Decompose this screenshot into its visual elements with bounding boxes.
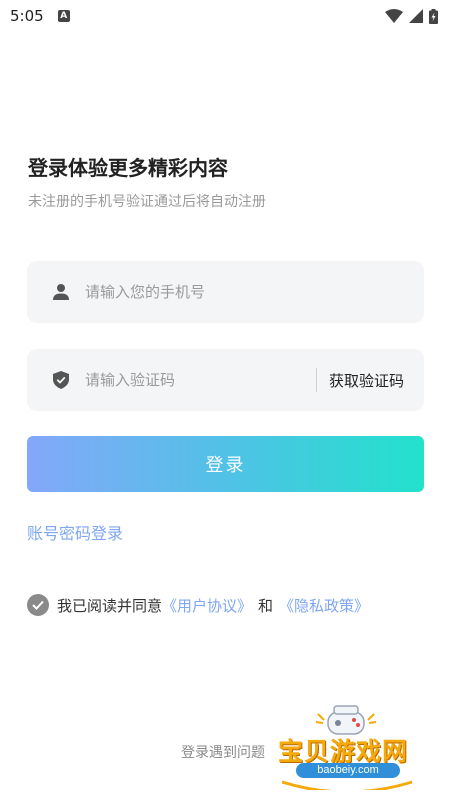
page-title: 登录体验更多精彩内容 — [28, 156, 228, 180]
login-button[interactable]: 登录 — [27, 436, 424, 492]
login-help-link[interactable]: 登录遇到问题 — [181, 742, 265, 762]
watermark-logo: 宝贝游戏网 baobeiy.com — [272, 700, 422, 790]
phone-input[interactable] — [83, 282, 424, 302]
code-input[interactable] — [83, 370, 316, 390]
notification-icon: A — [57, 10, 70, 22]
user-icon — [51, 282, 71, 302]
get-code-button[interactable]: 获取验证码 — [329, 370, 404, 391]
agreement-row: 我已阅读并同意 《用户协议》 和 《隐私政策》 — [27, 594, 369, 616]
agreement-checkbox[interactable] — [27, 594, 49, 616]
status-time: 5:05 — [10, 7, 44, 25]
signal-icon — [409, 9, 423, 23]
check-icon — [32, 600, 44, 610]
phone-field[interactable] — [27, 261, 424, 323]
battery-icon — [429, 8, 438, 24]
shield-icon — [51, 370, 71, 390]
code-field[interactable]: 获取验证码 — [27, 349, 424, 411]
wifi-icon — [385, 9, 403, 23]
field-divider — [315, 368, 317, 392]
account-password-login-link[interactable]: 账号密码登录 — [27, 520, 123, 544]
status-right — [385, 8, 438, 24]
status-bar: 5:05 A — [0, 0, 450, 32]
page-subtitle: 未注册的手机号验证通过后将自动注册 — [28, 194, 266, 210]
privacy-policy-link[interactable]: 《隐私政策》 — [279, 595, 369, 616]
agreement-prefix: 我已阅读并同意 — [57, 596, 163, 615]
user-agreement-link[interactable]: 《用户协议》 — [162, 595, 252, 616]
agreement-and: 和 — [258, 596, 274, 615]
watermark-url: baobeiy.com — [296, 763, 400, 778]
status-left: 5:05 A — [10, 7, 70, 25]
